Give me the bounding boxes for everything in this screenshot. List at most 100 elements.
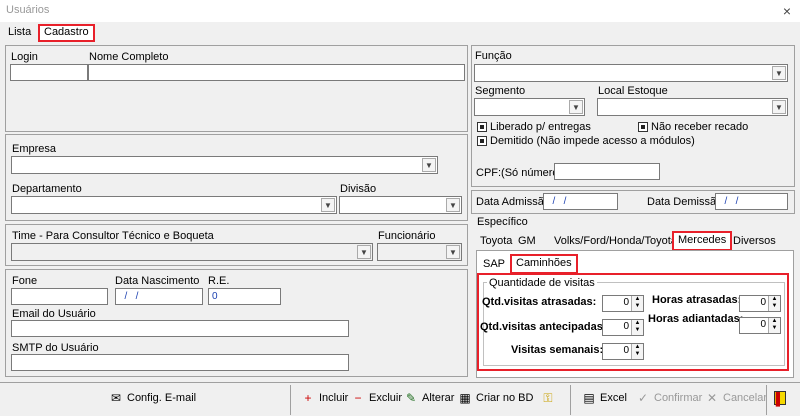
nome-label: Nome Completo [89, 51, 169, 63]
horas-atrasadas-label: Horas atrasadas: [652, 294, 742, 306]
contact-panel: Fone Data Nascimento R.E. / / 0 Email do… [5, 269, 468, 377]
dates-panel: Data Admissão / / Data Demissão / / [471, 190, 795, 214]
demissao-input[interactable]: / / [715, 193, 788, 210]
empresa-panel: Empresa ▼ Departamento Divisão ▼ ▼ [5, 134, 468, 221]
nao-receber-checkbox[interactable] [638, 122, 648, 132]
exit-door-icon: ▌ [774, 391, 786, 406]
tab-diversos[interactable]: Diversos [729, 233, 780, 251]
incluir-button[interactable]: + Incluir [300, 391, 348, 405]
smtp-input[interactable] [11, 354, 349, 371]
mercedes-panel: SAP Caminhões Quantidade de visitas Qtd.… [476, 250, 794, 378]
tab-cadastro[interactable]: Cadastro [38, 24, 95, 42]
cancel-icon: ✕ [706, 391, 718, 405]
empresa-select[interactable]: ▼ [11, 156, 438, 174]
email-input[interactable] [11, 320, 349, 337]
divisao-select[interactable]: ▼ [339, 196, 462, 214]
nao-receber-label: Não receber recado [651, 121, 749, 133]
email-settings-icon: ✉ [110, 391, 122, 405]
funcionario-label: Funcionário [378, 230, 436, 242]
departamento-select[interactable]: ▼ [11, 196, 337, 214]
tab-volks[interactable]: Volks/Ford/Honda/Toyota [550, 233, 681, 251]
key-button[interactable]: ⚿ [540, 391, 559, 405]
empresa-label: Empresa [12, 143, 57, 155]
time-label: Time - Para Consultor Técnico e Boqueta [12, 230, 214, 242]
updown-icon[interactable]: ▲ ▼ [768, 318, 780, 333]
smtp-label: SMTP do Usuário [12, 342, 99, 354]
visitas-box: Quantidade de visitas Qtd.visitas atrasa… [477, 273, 789, 371]
time-select[interactable]: ▼ [11, 243, 373, 261]
tab-mercedes[interactable]: Mercedes [672, 231, 733, 251]
re-label: R.E. [208, 275, 230, 287]
liberado-checkbox[interactable] [477, 122, 487, 132]
spec-tabs: Toyota GM Volks/Ford/Honda/Toyota Merced… [476, 231, 794, 251]
antecipadas-stepper[interactable]: 0 ▲ ▼ [602, 319, 644, 336]
chevron-down-icon: ▼ [772, 66, 786, 80]
close-icon[interactable]: × [776, 1, 798, 21]
edit-icon: ✎ [405, 391, 417, 405]
database-icon: ▦ [459, 391, 471, 405]
fone-label: Fone [12, 275, 38, 287]
demissao-label: Data Demissão [647, 196, 723, 208]
re-input[interactable]: 0 [208, 288, 281, 305]
key-icon: ⚿ [543, 391, 553, 405]
admissao-label: Data Admissão [476, 196, 550, 208]
updown-icon[interactable]: ▲ ▼ [631, 320, 643, 335]
tab-toyota[interactable]: Toyota [476, 233, 516, 251]
cpf-input[interactable] [554, 163, 660, 180]
check-icon: ✓ [637, 391, 649, 405]
tab-sap[interactable]: SAP [479, 256, 509, 274]
semanais-label: Visitas semanais: [511, 344, 604, 356]
updown-icon[interactable]: ▲ ▼ [768, 296, 780, 311]
updown-icon[interactable]: ▲ ▼ [631, 296, 643, 311]
exit-button[interactable]: ▌ [774, 391, 789, 406]
nome-input[interactable] [88, 64, 465, 81]
title-bar: Usuários × [0, 0, 800, 22]
tab-caminhoes[interactable]: Caminhões [510, 254, 578, 274]
time-panel: Time - Para Consultor Técnico e Boqueta … [5, 224, 468, 266]
criar-bd-button[interactable]: ▦ Criar no BD [457, 391, 533, 405]
semanais-stepper[interactable]: 0 ▲ ▼ [602, 343, 644, 360]
chevron-down-icon: ▼ [357, 245, 371, 259]
cancelar-button[interactable]: ✕ Cancelar [704, 391, 767, 405]
config-email-button[interactable]: ✉ Config. E-mail [108, 391, 196, 405]
funcionario-select[interactable]: ▼ [377, 243, 462, 261]
funcao-select[interactable]: ▼ [474, 64, 788, 82]
chevron-down-icon: ▼ [422, 158, 436, 172]
chevron-down-icon: ▼ [321, 198, 335, 212]
horas-adiantadas-label: Horas adiantadas: [648, 313, 744, 325]
antecipadas-label: Qtd.visitas antecipadas: [480, 321, 607, 333]
updown-icon[interactable]: ▲ ▼ [631, 344, 643, 359]
nascimento-label: Data Nascimento [115, 275, 200, 287]
funcao-label: Função [475, 50, 512, 62]
excel-icon: ▤ [583, 391, 595, 405]
tab-lista[interactable]: Lista [4, 24, 35, 42]
excel-button[interactable]: ▤ Excel [581, 391, 627, 405]
login-input[interactable] [10, 64, 88, 81]
funcao-panel: Função ▼ Segmento Local Estoque ▼ ▼ Libe… [471, 45, 795, 187]
main-tabs: Lista Cadastro [0, 22, 800, 42]
nascimento-input[interactable]: / / [115, 288, 203, 305]
confirmar-button[interactable]: ✓ Confirmar [635, 391, 702, 405]
divisao-label: Divisão [340, 183, 377, 195]
horas-atrasadas-stepper[interactable]: 0 ▲ ▼ [739, 295, 781, 312]
add-row-icon: + [304, 391, 312, 405]
demitido-label: Demitido (Não impede acesso a módulos) [490, 135, 695, 147]
excluir-button[interactable]: − Excluir [350, 391, 402, 405]
estoque-select[interactable]: ▼ [597, 98, 788, 116]
demitido-checkbox[interactable] [477, 136, 487, 146]
segmento-select[interactable]: ▼ [474, 98, 585, 116]
horas-adiantadas-stepper[interactable]: 0 ▲ ▼ [739, 317, 781, 334]
toolbar: ✉ Config. E-mail + Incluir − Excluir ✎ Alter… [0, 382, 800, 416]
fone-input[interactable] [11, 288, 108, 305]
estoque-label: Local Estoque [598, 85, 668, 97]
atrasadas-stepper[interactable]: 0 ▲ ▼ [602, 295, 644, 312]
window-title: Usuários [6, 4, 50, 16]
delete-row-icon: − [354, 391, 362, 405]
tab-gm[interactable]: GM [514, 233, 540, 251]
toolbar-divider [290, 385, 291, 415]
chevron-down-icon: ▼ [569, 100, 583, 114]
admissao-input[interactable]: / / [543, 193, 618, 210]
toolbar-divider [766, 385, 767, 415]
login-panel: Login Nome Completo [5, 45, 468, 132]
alterar-button[interactable]: ✎ Alterar [403, 391, 454, 405]
